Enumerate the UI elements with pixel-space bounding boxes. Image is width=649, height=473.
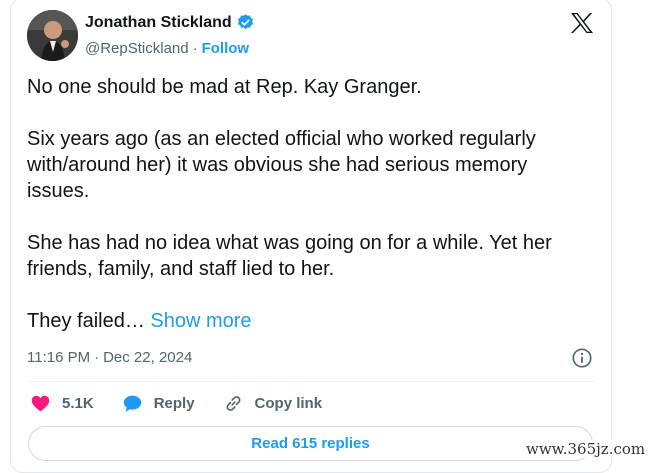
link-icon [226, 396, 241, 411]
separator-dot: · [94, 349, 100, 366]
copy-link-button[interactable]: Copy link [223, 393, 323, 414]
watermark: www.365jz.com [524, 440, 648, 458]
divider [27, 381, 594, 382]
info-icon[interactable] [571, 347, 593, 369]
read-replies-button[interactable]: Read 615 replies [28, 426, 593, 461]
tweet-paragraph: No one should be mad at Rep. Kay Granger… [27, 76, 422, 98]
like-count: 5.1K [62, 395, 94, 412]
like-button[interactable]: 5.1K [30, 393, 94, 414]
tweet-body: No one should be mad at Rep. Kay Granger… [27, 74, 592, 334]
timestamp-date: Dec 22, 2024 [103, 349, 193, 366]
tweet-paragraph: Six years ago (as an elected official wh… [27, 128, 536, 202]
follow-button[interactable]: Follow [202, 40, 250, 57]
truncated-text: They failed… [27, 310, 145, 332]
copy-link-label: Copy link [254, 395, 323, 412]
author-handle[interactable]: @RepStickland [85, 40, 189, 57]
tweet-last-line: They failed… Show more [27, 308, 592, 334]
tweet-paragraph: She has had no idea what was going on fo… [27, 232, 552, 280]
timestamp[interactable]: 11:16 PM · Dec 22, 2024 [27, 349, 192, 366]
reply-button[interactable]: Reply [122, 393, 195, 414]
show-more-link[interactable]: Show more [150, 310, 251, 332]
avatar[interactable] [27, 10, 78, 61]
action-bar: 5.1K Reply Copy link [30, 393, 350, 414]
author-handle-row: @RepStickland · Follow [85, 40, 249, 57]
x-logo-icon[interactable] [570, 12, 594, 34]
reply-bubble-icon [123, 395, 141, 412]
separator-dot: · [192, 40, 198, 57]
heart-icon [31, 395, 50, 412]
reply-label: Reply [153, 395, 195, 412]
author-name[interactable]: Jonathan Stickland [85, 14, 232, 32]
verified-badge-icon [237, 14, 253, 30]
author-name-row: Jonathan Stickland [85, 13, 255, 32]
timestamp-time: 11:16 PM [27, 349, 91, 366]
